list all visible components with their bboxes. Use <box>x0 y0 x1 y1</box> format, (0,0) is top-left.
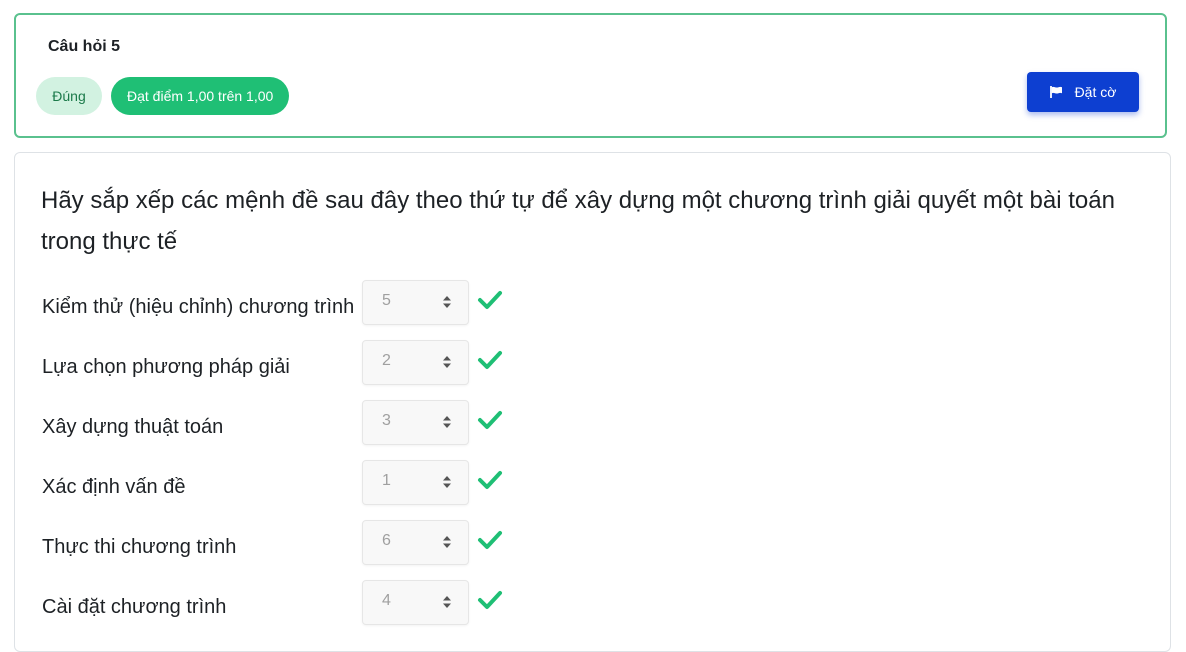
match-label: Cài đặt chương trình <box>42 596 227 618</box>
sort-icon <box>442 475 452 494</box>
select-value: 3 <box>382 412 391 429</box>
match-row: Xác định vấn đề 1 <box>15 460 615 506</box>
sort-icon <box>442 355 452 374</box>
select-value: 6 <box>382 532 391 549</box>
answer-select[interactable]: 2 <box>362 340 469 385</box>
check-icon <box>477 410 503 435</box>
status-badge: Đúng <box>36 77 102 115</box>
sort-icon <box>442 295 452 314</box>
match-row: Lựa chọn phương pháp giải 2 <box>15 340 615 386</box>
sort-icon <box>442 415 452 434</box>
question-content-card: Hãy sắp xếp các mệnh đề sau đây theo thứ… <box>14 152 1171 652</box>
answer-select[interactable]: 3 <box>362 400 469 445</box>
answer-select[interactable]: 1 <box>362 460 469 505</box>
check-icon <box>477 290 503 315</box>
check-icon <box>477 530 503 555</box>
match-row: Thực thi chương trình 6 <box>15 520 615 566</box>
answer-select[interactable]: 6 <box>362 520 469 565</box>
match-label: Kiểm thử (hiệu chỉnh) chương trình <box>42 296 355 318</box>
sort-icon <box>442 595 452 614</box>
question-number: Câu hỏi 5 <box>48 38 121 55</box>
select-value: 2 <box>382 352 391 369</box>
flag-button-label: Đặt cờ <box>1074 84 1117 100</box>
question-text: Hãy sắp xếp các mệnh đề sau đây theo thứ… <box>41 187 1115 255</box>
match-row: Kiểm thử (hiệu chỉnh) chương trình 5 <box>15 280 615 326</box>
answer-select[interactable]: 4 <box>362 580 469 625</box>
grade-badge: Đạt điểm 1,00 trên 1,00 <box>111 77 290 115</box>
flag-icon <box>1049 86 1063 98</box>
check-icon <box>477 470 503 495</box>
flag-question-button[interactable]: Đặt cờ <box>1027 72 1139 112</box>
match-row: Xây dựng thuật toán 3 <box>15 400 615 446</box>
select-value: 5 <box>382 292 391 309</box>
match-label: Xây dựng thuật toán <box>42 416 224 438</box>
select-value: 4 <box>382 592 391 609</box>
check-icon <box>477 590 503 615</box>
match-label: Xác định vấn đề <box>42 476 186 498</box>
match-row: Cài đặt chương trình 4 <box>15 580 615 626</box>
question-info-card: Câu hỏi 5 Đúng Đạt điểm 1,00 trên 1,00 Đ… <box>14 13 1167 138</box>
match-label: Thực thi chương trình <box>42 536 237 558</box>
sort-icon <box>442 535 452 554</box>
answer-select[interactable]: 5 <box>362 280 469 325</box>
select-value: 1 <box>382 472 391 489</box>
check-icon <box>477 350 503 375</box>
match-label: Lựa chọn phương pháp giải <box>42 356 290 378</box>
